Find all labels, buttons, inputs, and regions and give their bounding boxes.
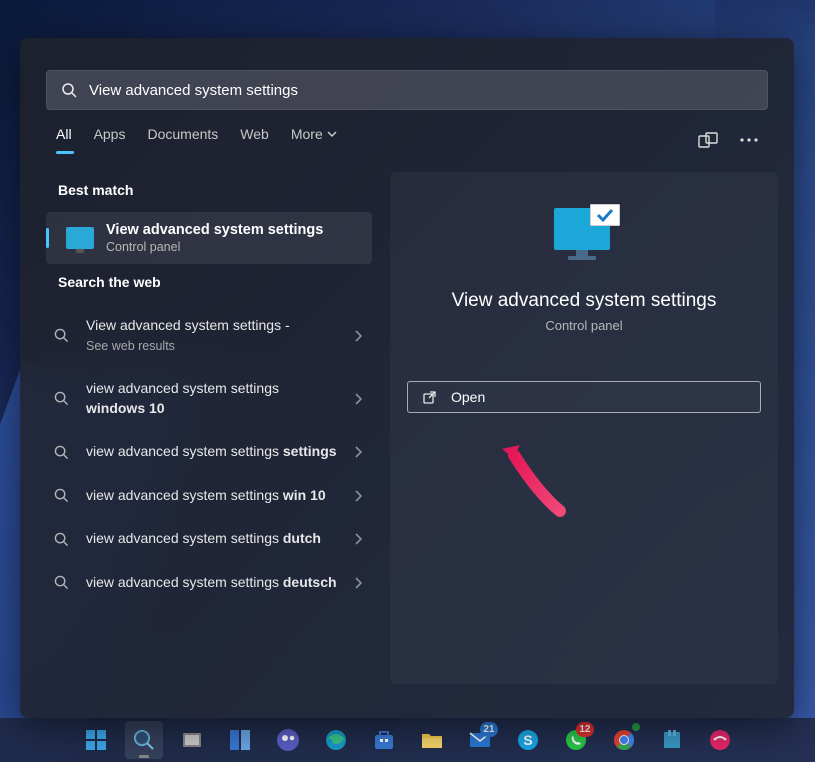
- window-snap-icon[interactable]: [698, 132, 718, 148]
- store-icon: [372, 728, 396, 752]
- open-button-label: Open: [451, 389, 485, 405]
- web-suggestion[interactable]: view advanced system settings dutch: [46, 517, 372, 561]
- chrome-icon: [612, 728, 636, 752]
- search-icon: [54, 532, 72, 547]
- taskbar-app-store[interactable]: [365, 721, 403, 759]
- folder-icon: [420, 728, 444, 752]
- taskbar-app-generic-1[interactable]: [653, 721, 691, 759]
- tab-all[interactable]: All: [56, 126, 72, 154]
- chevron-right-icon: [354, 577, 362, 589]
- start-search-flyout: All Apps Documents Web More Best match: [20, 38, 794, 718]
- best-match-subtitle: Control panel: [106, 240, 323, 254]
- skype-icon: S: [516, 728, 540, 752]
- chevron-right-icon: [354, 490, 362, 502]
- search-icon: [61, 82, 77, 98]
- tab-apps[interactable]: Apps: [94, 126, 126, 154]
- chevron-right-icon: [354, 330, 362, 342]
- web-suggestion[interactable]: view advanced system settings settings: [46, 430, 372, 474]
- chevron-right-icon: [354, 446, 362, 458]
- taskbar-app-whatsapp[interactable]: 12: [557, 721, 595, 759]
- whatsapp-badge: 12: [576, 722, 593, 737]
- search-icon: [54, 575, 72, 590]
- open-external-icon: [422, 390, 437, 405]
- chevron-down-icon: [327, 129, 337, 139]
- taskbar-app-mail[interactable]: 21: [461, 721, 499, 759]
- tab-more-label: More: [291, 126, 323, 142]
- teams-icon: [276, 728, 300, 752]
- app-icon: [660, 728, 684, 752]
- start-button[interactable]: [77, 721, 115, 759]
- chevron-right-icon: [354, 393, 362, 405]
- best-match-title: View advanced system settings: [106, 222, 323, 238]
- widgets-icon: [228, 728, 252, 752]
- web-suggestion-text: view advanced system settings settings: [86, 442, 340, 462]
- search-tabs: All Apps Documents Web More: [20, 110, 794, 154]
- results-column: Best match View advanced system settings…: [36, 172, 382, 684]
- status-dot: [632, 723, 640, 731]
- app-icon: [708, 728, 732, 752]
- taskbar-app-explorer[interactable]: [413, 721, 451, 759]
- web-suggestions-list: View advanced system settings - See web …: [36, 304, 382, 605]
- web-suggestion-text: view advanced system settings deutsch: [86, 573, 340, 593]
- web-suggestion[interactable]: view advanced system settings windows 10: [46, 367, 372, 430]
- search-icon: [132, 728, 156, 752]
- detail-subtitle: Control panel: [545, 318, 622, 333]
- search-icon: [54, 328, 72, 343]
- search-icon: [54, 445, 72, 460]
- best-match-result[interactable]: View advanced system settings Control pa…: [46, 212, 372, 264]
- taskbar-app-generic-2[interactable]: [701, 721, 739, 759]
- task-view-button[interactable]: [173, 721, 211, 759]
- best-match-heading: Best match: [36, 172, 382, 212]
- web-suggestion-text: View advanced system settings - See web …: [86, 316, 340, 355]
- detail-app-icon: [554, 208, 614, 264]
- web-suggestion-text: view advanced system settings windows 10: [86, 379, 340, 418]
- chevron-right-icon: [354, 533, 362, 545]
- web-suggestion-text: view advanced system settings dutch: [86, 529, 340, 549]
- search-icon: [54, 391, 72, 406]
- search-box[interactable]: [46, 70, 768, 110]
- taskbar-app-skype[interactable]: S: [509, 721, 547, 759]
- tab-web[interactable]: Web: [240, 126, 269, 154]
- search-icon: [54, 488, 72, 503]
- taskbar-app-edge[interactable]: [317, 721, 355, 759]
- edge-icon: [324, 728, 348, 752]
- mail-badge: 21: [480, 722, 497, 737]
- web-suggestion-text: view advanced system settings win 10: [86, 486, 340, 506]
- windows-logo-icon: [84, 728, 108, 752]
- svg-text:S: S: [523, 732, 532, 748]
- taskbar: 21 S 12: [0, 718, 815, 762]
- result-detail-panel: View advanced system settings Control pa…: [390, 172, 778, 684]
- search-input[interactable]: [89, 82, 753, 99]
- open-button[interactable]: Open: [407, 381, 761, 413]
- taskbar-search-button[interactable]: [125, 721, 163, 759]
- tab-more[interactable]: More: [291, 126, 337, 154]
- detail-title: View advanced system settings: [452, 290, 717, 312]
- taskbar-app-teams[interactable]: [269, 721, 307, 759]
- task-view-icon: [180, 728, 204, 752]
- taskbar-app-widgets[interactable]: [221, 721, 259, 759]
- web-suggestion[interactable]: view advanced system settings deutsch: [46, 561, 372, 605]
- web-suggestion[interactable]: View advanced system settings - See web …: [46, 304, 372, 367]
- more-options-icon[interactable]: [740, 138, 758, 142]
- checkmark-badge-icon: [590, 204, 620, 226]
- search-web-heading: Search the web: [36, 264, 382, 304]
- tab-documents[interactable]: Documents: [147, 126, 218, 154]
- web-suggestion[interactable]: view advanced system settings win 10: [46, 474, 372, 518]
- taskbar-app-chrome[interactable]: [605, 721, 643, 759]
- system-settings-icon: [66, 227, 94, 249]
